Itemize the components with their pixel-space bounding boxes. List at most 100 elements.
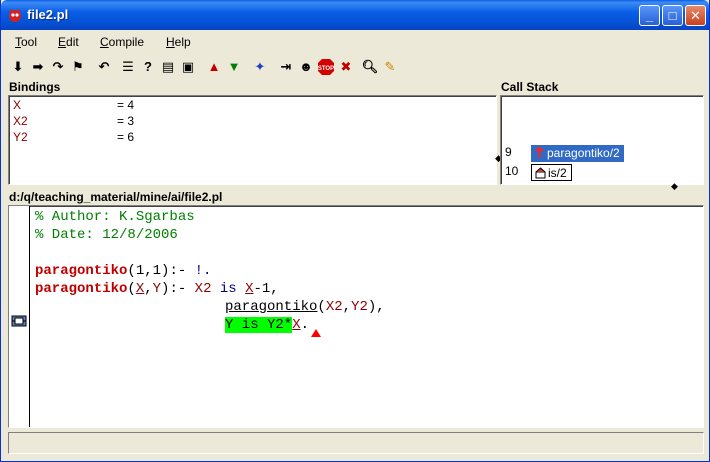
var-x2: X2 <box>194 281 212 297</box>
stack-frame[interactable]: 9 paragontiko/2 <box>501 145 701 162</box>
cut-goal: !. <box>194 263 212 279</box>
spy-button[interactable]: ⇥ <box>276 56 296 77</box>
var-y: Y <box>152 281 162 297</box>
butterfly-button[interactable]: ✦ <box>250 56 270 77</box>
print-icon: ▣ <box>181 59 195 74</box>
current-goal-highlight: Y is Y2* <box>225 317 293 333</box>
paren-open: ( <box>317 299 326 315</box>
clause-head: paragontiko <box>35 263 128 279</box>
clause-head: paragontiko <box>35 281 128 297</box>
menu-tool[interactable]: Tool <box>15 35 37 49</box>
window-title: file2.pl <box>27 7 69 22</box>
frame-goal-label: paragontiko/2 <box>547 146 620 160</box>
finish-button[interactable]: ☰ <box>118 56 138 77</box>
binding-value: = 6 <box>117 130 135 144</box>
goal-call: paragontiko <box>225 299 318 315</box>
print-button[interactable]: ▣ <box>178 56 198 77</box>
down-button[interactable]: ▼ <box>224 56 244 77</box>
code-line-comment: % Author: K.Sgarbas <box>35 208 195 226</box>
title-bar[interactable]: file2.pl _ □ ✕ <box>1 0 709 30</box>
down-icon: ▼ <box>227 59 241 74</box>
comment-date: % Date: 12/8/2006 <box>35 227 178 243</box>
call-stack-label: Call Stack <box>501 80 559 94</box>
bindings-label: Bindings <box>9 80 61 94</box>
spy-person-button[interactable]: ☻ <box>296 56 316 77</box>
stack-frame[interactable]: 10 is/2 <box>501 164 701 181</box>
var-x2: X2 <box>325 299 343 315</box>
binding-var: X2 <box>13 114 28 128</box>
caret-marker-icon <box>311 329 321 337</box>
menu-edit[interactable]: Edit <box>58 35 79 49</box>
code-line-clause-2: paragontiko(X,Y):- X2 is X-1, <box>35 280 279 298</box>
stop-icon: STOP <box>318 58 334 75</box>
close-button[interactable]: ✕ <box>685 5 706 26</box>
neck-operator: :- <box>169 263 195 279</box>
swi-prolog-owl-icon <box>9 9 21 22</box>
paren-close: ), <box>367 299 385 315</box>
query-icon: ? <box>144 59 152 74</box>
menu-compile[interactable]: Compile <box>100 35 144 49</box>
frame-goal-label: is/2 <box>548 166 567 180</box>
minimize-icon: _ <box>645 8 654 23</box>
binding-var: Y2 <box>13 130 28 144</box>
up-icon: ▲ <box>207 59 221 74</box>
comma: , <box>342 299 352 315</box>
clause-end: . <box>300 317 310 333</box>
status-bar <box>8 432 704 454</box>
undo-icon: ↶ <box>98 59 110 74</box>
leap-button[interactable]: ↷ <box>48 56 68 77</box>
svg-text:STOP: STOP <box>318 66 334 72</box>
var-x: X <box>292 317 301 333</box>
main-window: file2.pl _ □ ✕ Tool Edit Compile Help ⬇ … <box>0 0 710 462</box>
maximize-icon: □ <box>668 8 677 23</box>
skip-button[interactable]: ➡ <box>28 56 48 77</box>
menu-compile-rest: ompile <box>108 35 145 49</box>
menu-help[interactable]: Help <box>166 35 191 49</box>
spy-person-icon: ☻ <box>299 59 313 74</box>
find-icon: 🔍︎ <box>361 59 379 74</box>
abort-button[interactable]: ⚑ <box>68 56 88 77</box>
source-editor[interactable]: % Author: K.Sgarbas % Date: 12/8/2006 pa… <box>8 205 704 428</box>
edit-icon: ▤ <box>161 59 175 74</box>
menu-help-rest: elp <box>174 35 191 49</box>
frame-goal-selected[interactable]: paragontiko/2 <box>531 145 624 162</box>
butterfly-icon: ✦ <box>254 59 266 74</box>
maximize-button[interactable]: □ <box>662 5 683 26</box>
undo-button[interactable]: ↶ <box>94 56 114 77</box>
horizontal-splitter-handle[interactable]: ◆ <box>670 182 679 191</box>
binding-value: = 4 <box>117 98 135 112</box>
stop-button[interactable]: STOP <box>316 56 336 77</box>
spy-icon: ⇥ <box>280 59 292 74</box>
skip-icon: ➡ <box>32 59 44 74</box>
frame-level: 9 <box>505 145 512 159</box>
binding-var: X <box>13 98 22 112</box>
nodebug-icon: ✖ <box>340 59 352 74</box>
neck-operator: :- <box>169 281 195 297</box>
leap-icon: ↷ <box>52 59 64 74</box>
menu-compile-mnemonic: C <box>100 35 109 49</box>
menu-edit-rest: dit <box>66 35 79 49</box>
frame-goal[interactable]: is/2 <box>531 164 572 181</box>
current-goal-marker-icon <box>11 315 27 327</box>
finish-icon: ☰ <box>122 59 134 74</box>
edit-pen-button[interactable]: ✎ <box>380 56 400 77</box>
editor-gutter <box>9 206 30 427</box>
edit-button[interactable]: ▤ <box>158 56 178 77</box>
creep-button[interactable]: ⬇ <box>8 56 28 77</box>
bindings-panel[interactable]: X = 4 X2 = 3 Y2 = 6 <box>8 95 497 185</box>
nodebug-button[interactable]: ✖ <box>336 56 356 77</box>
comma: , <box>144 281 153 297</box>
creep-icon: ⬇ <box>12 59 24 74</box>
menu-help-mnemonic: H <box>166 35 175 49</box>
up-button[interactable]: ▲ <box>204 56 224 77</box>
query-button[interactable]: ? <box>138 56 158 77</box>
clause-args: (1,1) <box>127 263 170 279</box>
frame-level: 10 <box>505 164 519 178</box>
call-stack-panel[interactable]: 9 paragontiko/2 10 is/2 <box>500 95 704 185</box>
binding-value: = 3 <box>117 114 135 128</box>
find-button[interactable]: 🔍︎ <box>360 56 380 77</box>
abort-icon: ⚑ <box>72 59 84 74</box>
var-x: X <box>245 281 254 297</box>
code-line-recursive-call: paragontiko(X2,Y2), <box>225 298 385 316</box>
minimize-button[interactable]: _ <box>639 5 660 26</box>
